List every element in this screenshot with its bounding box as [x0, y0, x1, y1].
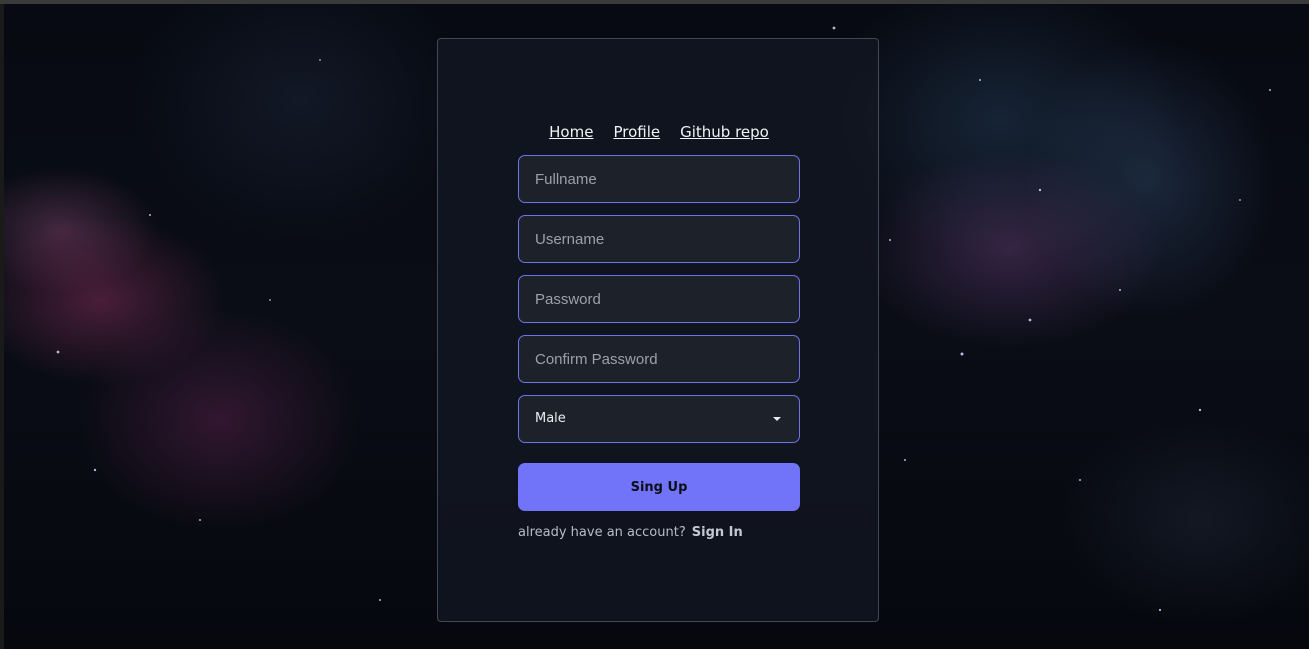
- nav-github-link[interactable]: Github repo: [680, 123, 769, 141]
- nav-home-link[interactable]: Home: [549, 123, 593, 141]
- window-left-edge: [0, 4, 4, 649]
- confirm-password-input[interactable]: [518, 335, 800, 383]
- signup-button[interactable]: Sing Up: [518, 463, 800, 511]
- nav-profile-link[interactable]: Profile: [613, 123, 660, 141]
- gender-select-value: Male: [535, 411, 566, 426]
- username-input[interactable]: [518, 215, 800, 263]
- top-nav: Home Profile Github repo: [438, 123, 880, 141]
- signin-prompt-row: already have an account? Sign In: [518, 525, 743, 540]
- password-input[interactable]: [518, 275, 800, 323]
- fullname-input[interactable]: [518, 155, 800, 203]
- chevron-down-icon: [773, 417, 781, 421]
- account-prompt-text: already have an account?: [518, 525, 686, 540]
- window-top-bar: [0, 0, 1309, 4]
- signin-link[interactable]: Sign In: [692, 525, 743, 540]
- gender-select[interactable]: Male: [518, 395, 800, 443]
- signup-card: Home Profile Github repo Male Sing Up al…: [437, 38, 879, 622]
